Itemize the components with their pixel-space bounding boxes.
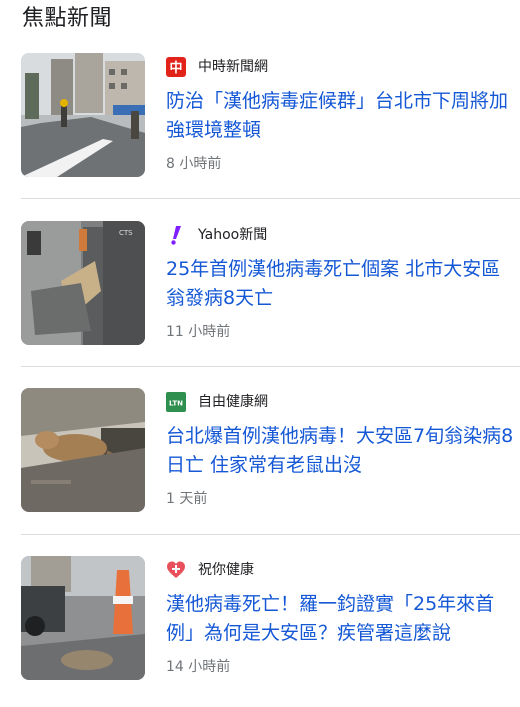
chinatimes-logo-icon: 中	[166, 57, 186, 77]
divider	[21, 198, 520, 199]
news-time-2: 11 小時前	[166, 324, 231, 340]
divider	[21, 366, 520, 367]
divider	[21, 534, 520, 535]
svg-text:CTS: CTS	[119, 229, 133, 237]
news-headline-2[interactable]: 25年首例漢他病毒死亡個案 北市大安區翁發病8天亡	[166, 255, 516, 313]
news-thumbnail-3[interactable]	[21, 388, 145, 512]
source-name: 自由健康網	[198, 394, 268, 410]
news-headline-4[interactable]: 漢他病毒死亡！羅一鈞證實「25年來首例」為何是大安區？疾管署這麼說	[166, 590, 516, 648]
svg-text:中: 中	[169, 60, 182, 76]
news-card-3[interactable]: LTN 自由健康網 台北爆首例漢他病毒！大安區7旬翁染病8日亡 住家常有老鼠出沒…	[0, 372, 520, 539]
news-source-2[interactable]: Yahoo新聞	[166, 225, 267, 245]
news-headline-1[interactable]: 防治「漢他病毒症候群」台北市下周將加強環境整頓	[166, 87, 516, 145]
news-source-3[interactable]: LTN 自由健康網	[166, 392, 268, 412]
heart-logo-icon	[166, 560, 186, 580]
news-source-4[interactable]: 祝你健康	[166, 560, 254, 580]
source-name: Yahoo新聞	[198, 227, 268, 243]
source-name: 祝你健康	[198, 562, 254, 578]
ltn-logo-icon: LTN	[166, 392, 186, 412]
news-thumbnail-4[interactable]	[21, 556, 145, 680]
source-name: 中時新聞網	[198, 59, 268, 75]
news-time-1: 8 小時前	[166, 156, 222, 172]
news-card-4[interactable]: 祝你健康 漢他病毒死亡！羅一鈞證實「25年來首例」為何是大安區？疾管署這麼說 1…	[0, 540, 520, 707]
news-time-3: 1 天前	[166, 491, 208, 507]
news-card-2[interactable]: CTS Yahoo新聞 25年首例漢他病毒死亡個案 北市大安區翁發病8天亡 11…	[0, 205, 520, 372]
svg-text:LTN: LTN	[169, 400, 183, 408]
yahoo-logo-icon	[166, 225, 186, 245]
news-time-4: 14 小時前	[166, 659, 231, 675]
news-thumbnail-2[interactable]: CTS	[21, 221, 145, 345]
news-source-1[interactable]: 中 中時新聞網	[166, 57, 268, 77]
section-title: 焦點新聞	[22, 6, 113, 31]
news-card-1[interactable]: 中 中時新聞網 防治「漢他病毒症候群」台北市下周將加強環境整頓 8 小時前	[0, 37, 520, 204]
news-headline-3[interactable]: 台北爆首例漢他病毒！大安區7旬翁染病8日亡 住家常有老鼠出沒	[166, 422, 516, 480]
news-thumbnail-1[interactable]	[21, 53, 145, 177]
